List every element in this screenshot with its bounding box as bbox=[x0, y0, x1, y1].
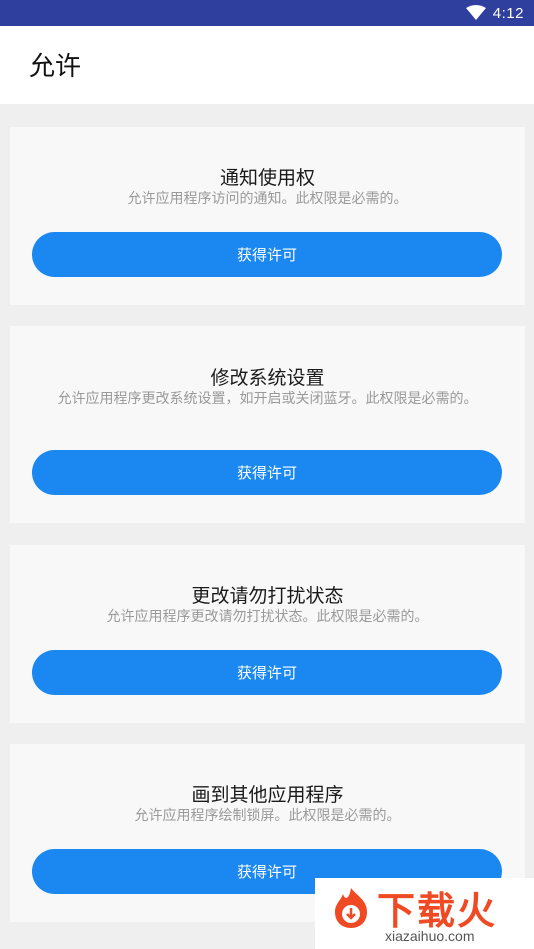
watermark-site: xiazaihuo.com bbox=[385, 928, 475, 944]
card-title: 修改系统设置 bbox=[210, 367, 325, 389]
card-description: 允许应用程序绘制锁屏。此权限是必需的。 bbox=[134, 808, 401, 824]
card-title: 更改请勿打扰状态 bbox=[191, 585, 344, 607]
status-time: 4:12 bbox=[492, 4, 524, 22]
status-icons: 4:12 bbox=[465, 0, 524, 26]
card-title: 画到其他应用程序 bbox=[191, 784, 344, 806]
page-title: 允许 bbox=[29, 52, 82, 82]
card-title: 通知使用权 bbox=[219, 167, 315, 189]
permission-card-notification: 通知使用权 允许应用程序访问的通知。此权限是必需的。 获得许可 bbox=[10, 127, 525, 305]
watermark-logo-text: 下载火 bbox=[377, 889, 498, 933]
card-description: 允许应用程序更改系统设置，如开启或关闭蓝牙。此权限是必需的。 bbox=[57, 391, 478, 407]
wifi-icon bbox=[465, 5, 486, 21]
grant-permission-button[interactable]: 获得许可 bbox=[32, 450, 502, 495]
permission-card-do-not-disturb: 更改请勿打扰状态 允许应用程序更改请勿打扰状态。此权限是必需的。 获得许可 bbox=[10, 545, 525, 723]
grant-permission-button[interactable]: 获得许可 bbox=[32, 650, 502, 695]
card-description: 允许应用程序更改请勿打扰状态。此权限是必需的。 bbox=[106, 609, 429, 625]
card-description: 允许应用程序访问的通知。此权限是必需的。 bbox=[127, 191, 408, 207]
flame-logo-icon bbox=[331, 886, 371, 934]
grant-permission-button[interactable]: 获得许可 bbox=[32, 232, 502, 277]
permission-card-system-settings: 修改系统设置 允许应用程序更改系统设置，如开启或关闭蓝牙。此权限是必需的。 获得… bbox=[10, 326, 525, 523]
status-bar: 4:12 bbox=[0, 0, 534, 26]
watermark: 下载火 xiazaihuo.com bbox=[315, 878, 534, 949]
app-bar: 允许 bbox=[0, 26, 534, 104]
